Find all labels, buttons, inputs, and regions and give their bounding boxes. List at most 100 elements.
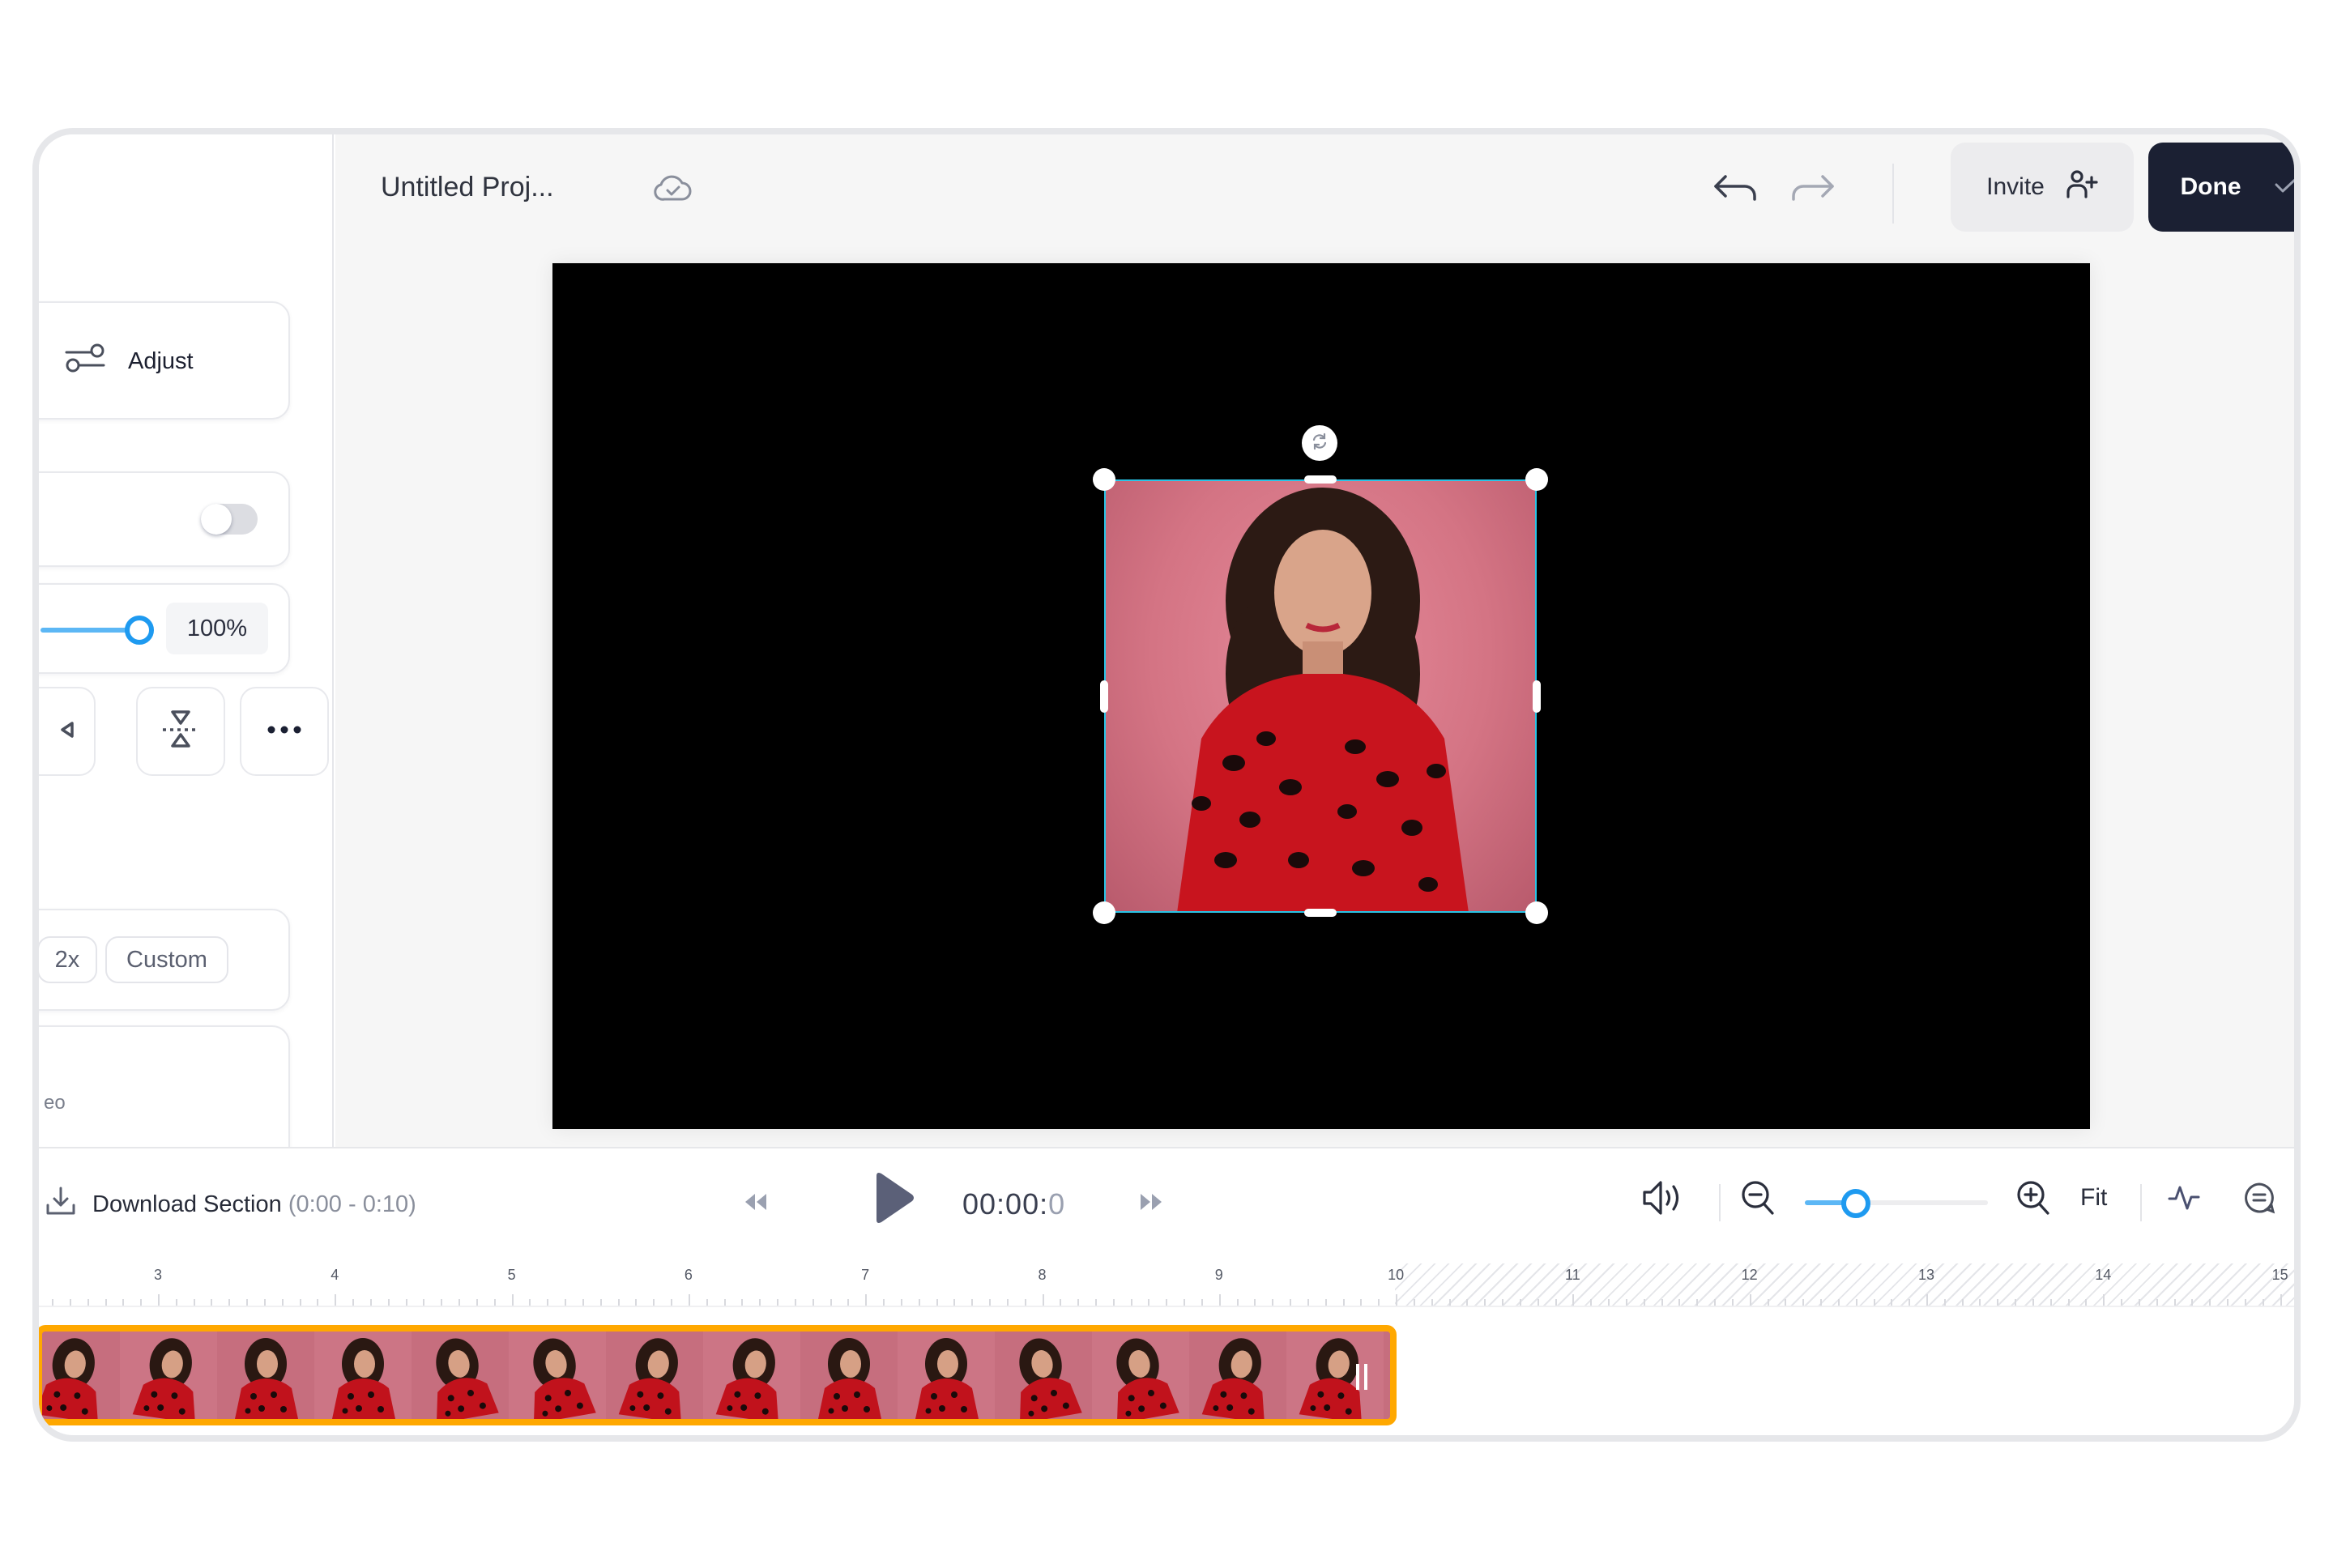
ruler-minor-tick xyxy=(1094,1299,1097,1306)
ruler-label: 8 xyxy=(1038,1267,1047,1283)
opacity-value[interactable]: 100% xyxy=(166,603,268,654)
opacity-slider-handle[interactable] xyxy=(125,616,154,645)
video-panel: eo xyxy=(39,1025,290,1155)
toolbar-divider xyxy=(2140,1184,2142,1221)
clip-thumbnail xyxy=(120,1332,217,1419)
ruler-minor-tick xyxy=(1184,1299,1186,1306)
adjust-label: Adjust xyxy=(128,347,194,374)
header-divider xyxy=(1892,164,1894,224)
ruler-minor-tick xyxy=(1891,1299,1893,1306)
clip-trim-handle[interactable] xyxy=(1356,1364,1367,1390)
flip-horizontal-button[interactable] xyxy=(39,687,96,776)
ruler-minor-tick xyxy=(228,1299,231,1306)
speed-panel: x 2x Custom xyxy=(39,909,290,1011)
ruler-minor-tick xyxy=(2015,1299,2017,1306)
adjust-panel[interactable]: Adjust xyxy=(39,301,290,420)
redo-icon[interactable] xyxy=(1790,173,1836,207)
fast-forward-icon[interactable] xyxy=(1139,1192,1165,1216)
ruler-minor-tick xyxy=(830,1299,832,1306)
ruler-label: 4 xyxy=(331,1267,339,1283)
ruler-minor-tick xyxy=(1909,1299,1911,1306)
speed-option-2x[interactable]: 2x xyxy=(39,936,97,983)
resize-handle-top-left[interactable] xyxy=(1093,468,1115,491)
project-title[interactable]: Untitled Proj... xyxy=(381,172,554,203)
ruler-label: 15 xyxy=(2271,1267,2288,1283)
clip-thumbnail xyxy=(217,1332,314,1419)
resize-handle-top-right[interactable] xyxy=(1525,468,1548,491)
speed-option-custom[interactable]: Custom xyxy=(105,936,228,983)
clip-thumbnail xyxy=(800,1332,898,1419)
ruler-label: 3 xyxy=(153,1267,163,1283)
ruler-minor-tick xyxy=(2209,1299,2211,1306)
ruler-minor-tick xyxy=(847,1299,850,1306)
volume-icon[interactable] xyxy=(1641,1179,1687,1221)
ruler-minor-tick xyxy=(1802,1299,1805,1306)
resize-handle-bottom-right[interactable] xyxy=(1525,901,1548,924)
ruler-minor-tick xyxy=(653,1299,655,1306)
ruler-minor-tick xyxy=(69,1299,71,1306)
ruler-major-tick xyxy=(688,1294,690,1306)
ruler-minor-tick xyxy=(1466,1299,1469,1306)
zoom-in-icon[interactable] xyxy=(2015,1179,2051,1221)
ruler-minor-tick xyxy=(1272,1299,1274,1306)
ruler-minor-tick xyxy=(1873,1299,1875,1306)
ruler-minor-tick xyxy=(918,1299,920,1306)
zoom-out-icon[interactable] xyxy=(1740,1179,1776,1221)
play-icon[interactable] xyxy=(872,1170,917,1230)
ruler-minor-tick xyxy=(1378,1299,1380,1306)
ruler-minor-tick xyxy=(723,1299,726,1306)
ruler-minor-tick xyxy=(1555,1299,1557,1306)
clip-thumbnail xyxy=(42,1332,120,1419)
flip-vertical-button[interactable] xyxy=(136,687,225,776)
rewind-icon[interactable] xyxy=(742,1192,768,1216)
ruler-minor-tick xyxy=(1661,1299,1663,1306)
captions-icon[interactable] xyxy=(2242,1181,2276,1219)
ruler-minor-tick xyxy=(423,1299,425,1306)
resize-handle-bottom[interactable] xyxy=(1304,909,1337,917)
done-button[interactable]: Done xyxy=(2148,143,2294,232)
ruler-minor-tick xyxy=(369,1299,372,1306)
ruler-minor-tick xyxy=(936,1299,938,1306)
ruler-minor-tick xyxy=(1236,1299,1239,1306)
toggle-switch[interactable] xyxy=(201,504,258,535)
ruler-minor-tick xyxy=(706,1299,708,1306)
rotate-handle[interactable] xyxy=(1302,425,1337,461)
audio-wave-icon[interactable] xyxy=(2168,1181,2200,1217)
ruler-minor-tick xyxy=(299,1299,301,1306)
ruler-minor-tick xyxy=(900,1299,902,1306)
ruler-minor-tick xyxy=(352,1299,355,1306)
more-options-button[interactable] xyxy=(240,687,329,776)
resize-handle-top[interactable] xyxy=(1304,475,1337,484)
clip-thumbnail xyxy=(1384,1332,1390,1419)
fit-button[interactable]: Fit xyxy=(2080,1184,2107,1212)
download-section-button[interactable]: Download Section (0:00 - 0:10) xyxy=(45,1186,416,1223)
download-label: Download Section xyxy=(92,1191,282,1217)
ruler-minor-tick xyxy=(1307,1299,1309,1306)
current-time: 00:00:0 xyxy=(962,1187,1065,1221)
add-user-icon xyxy=(2066,169,2098,205)
ruler-minor-tick xyxy=(1590,1299,1593,1306)
resize-handle-right[interactable] xyxy=(1533,680,1541,713)
video-clip-track[interactable] xyxy=(39,1325,1397,1425)
undo-icon[interactable] xyxy=(1712,173,1758,207)
resize-handle-bottom-left[interactable] xyxy=(1093,901,1115,924)
invite-button[interactable]: Invite xyxy=(1951,143,2134,232)
ruler-minor-tick xyxy=(1714,1299,1717,1306)
ruler-minor-tick xyxy=(1077,1299,1080,1306)
resize-handle-left[interactable] xyxy=(1100,680,1108,713)
preview-canvas[interactable] xyxy=(552,263,2090,1129)
clip-thumbnail xyxy=(509,1332,606,1419)
cloud-saved-icon xyxy=(653,172,693,208)
download-icon xyxy=(45,1186,76,1223)
ruler-minor-tick xyxy=(1130,1299,1132,1306)
ruler-minor-tick xyxy=(2121,1299,2123,1306)
timeline-ruler[interactable]: 3 4 5 6 7 8 9 10 11 12 13 14 15 xyxy=(39,1252,2294,1307)
timeline-zoom-slider[interactable] xyxy=(1805,1200,1988,1205)
ruler-minor-tick xyxy=(1290,1299,1292,1306)
ruler-major-tick xyxy=(1749,1294,1751,1306)
ruler-minor-tick xyxy=(1519,1299,1521,1306)
timeline-zoom-handle[interactable] xyxy=(1841,1189,1871,1218)
ruler-minor-tick xyxy=(1678,1299,1681,1306)
ruler-minor-tick xyxy=(1820,1299,1823,1306)
ruler-minor-tick xyxy=(1148,1299,1150,1306)
